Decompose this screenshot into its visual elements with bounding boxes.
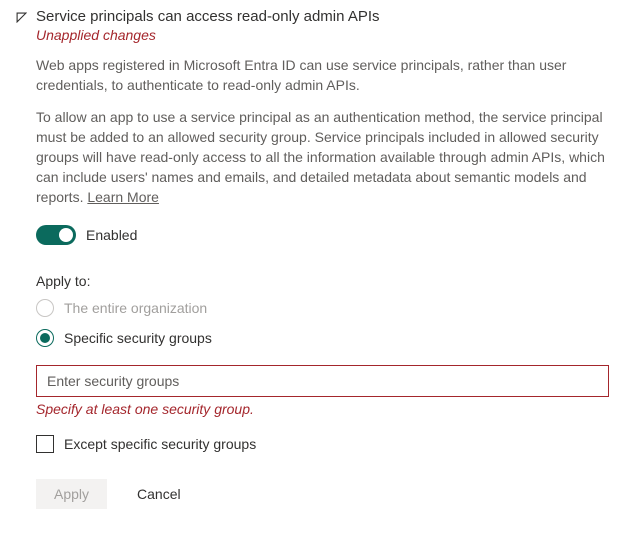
radio-label-specific-groups: Specific security groups	[64, 330, 212, 346]
enabled-toggle[interactable]	[36, 225, 76, 245]
radio-option-entire-org: The entire organization	[36, 299, 609, 317]
section-header: Service principals can access read-only …	[16, 8, 609, 43]
security-groups-validation: Specify at least one security group.	[36, 401, 609, 417]
radio-option-specific-groups[interactable]: Specific security groups	[36, 329, 609, 347]
radio-entire-org	[36, 299, 54, 317]
button-row: Apply Cancel	[36, 479, 609, 509]
security-groups-input[interactable]	[36, 365, 609, 397]
cancel-button[interactable]: Cancel	[137, 479, 181, 509]
description-paragraph-2: To allow an app to use a service princip…	[36, 107, 609, 207]
except-checkbox[interactable]	[36, 435, 54, 453]
except-checkbox-label: Except specific security groups	[64, 436, 256, 452]
except-checkbox-row[interactable]: Except specific security groups	[36, 435, 609, 453]
unapplied-changes-notice: Unapplied changes	[36, 27, 380, 43]
header-texts: Service principals can access read-only …	[36, 8, 380, 43]
description-paragraph-1: Web apps registered in Microsoft Entra I…	[36, 55, 609, 95]
section-title: Service principals can access read-only …	[36, 8, 380, 25]
toggle-thumb	[59, 228, 73, 242]
section-content: Web apps registered in Microsoft Entra I…	[36, 55, 609, 509]
radio-label-entire-org: The entire organization	[64, 300, 207, 316]
expand-icon[interactable]	[16, 12, 30, 26]
learn-more-link[interactable]: Learn More	[87, 189, 159, 205]
enabled-toggle-label: Enabled	[86, 227, 137, 243]
radio-specific-groups[interactable]	[36, 329, 54, 347]
apply-button[interactable]: Apply	[36, 479, 107, 509]
apply-to-label: Apply to:	[36, 273, 609, 289]
enabled-toggle-row: Enabled	[36, 225, 609, 245]
